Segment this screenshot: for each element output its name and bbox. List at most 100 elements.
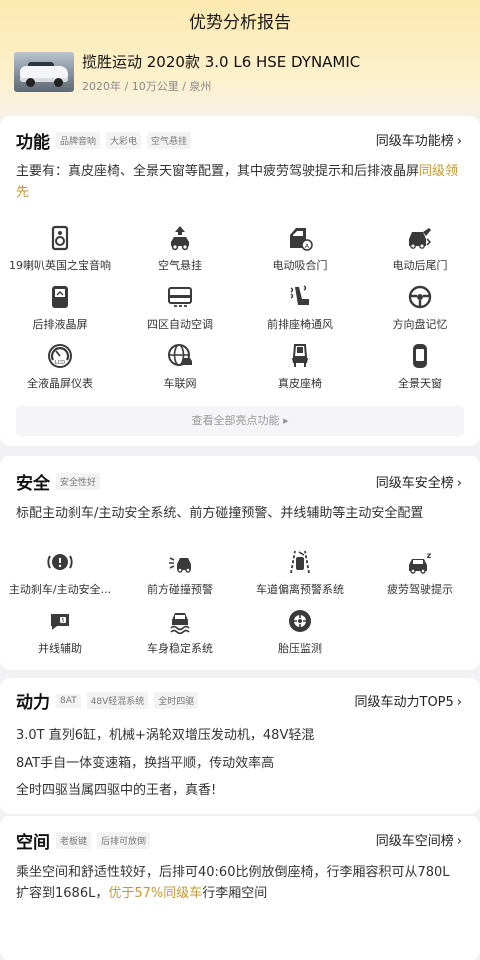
ac-icon [168,287,192,307]
function-rank-link[interactable]: 同级车功能榜 › [376,130,462,149]
safety-card: 安全 安全性好 同级车安全榜 › 标配主动刹车/主动安全系统、前方碰撞预警、并线辅… [0,456,480,670]
feature-item[interactable]: 后排液晶屏 [0,279,120,338]
rank-link-label: 同级车动力TOP5 [354,695,454,710]
feature-item[interactable]: 车联网 [120,338,240,397]
feature-label: 车身稳定系统 [147,642,213,655]
collision-warning-icon [169,557,191,573]
feature-item[interactable]: 方向盘记忆 [360,279,480,338]
feature-label: 全液晶屏仪表 [27,377,93,390]
leather-seat-icon [292,344,308,367]
section-title: 空间 [16,833,50,853]
feature-item[interactable]: 主动刹车/主动安全... [0,544,120,603]
feature-label: 前排座椅通风 [267,318,333,331]
lane-change-assist-icon: 5 [51,614,69,630]
svg-text:LCD: LCD [55,360,65,366]
tag: 大彩电 [106,132,142,149]
chevron-right-icon: › [456,834,462,849]
safety-description: 标配主动刹车/主动安全系统、前方碰撞预警、并线辅助等主动安全配置 [16,506,424,521]
space-rank-link[interactable]: 同级车空间榜 › [376,830,462,849]
stability-control-icon [170,613,190,634]
feature-label: 电动吸合门 [272,259,328,272]
rear-screen-icon [52,286,68,308]
feature-item[interactable]: A 电动吸合门 [240,220,360,279]
active-brake-icon [47,554,73,570]
power-card: 动力 8AT 48V轻混系统 全时四驱 同级车动力TOP5 › 3.0T 直列6缸… [0,678,480,814]
tag: 品牌音响 [56,132,101,149]
feature-label: 车联网 [163,377,197,390]
power-rank-link[interactable]: 同级车动力TOP5 › [355,691,463,710]
feature-label: 方向盘记忆 [392,318,448,331]
connected-car-icon [168,344,192,366]
tag: 全时四驱 [154,692,199,709]
view-all-features-button[interactable]: 查看全部亮点功能 ▸ [16,406,464,436]
car-summary[interactable]: 揽胜运动 2020款 3.0 L6 HSE DYNAMIC 2020年 / 10… [14,52,360,94]
svg-text:5: 5 [61,618,64,624]
function-features-grid: 19喇叭英国之宝音响 空气悬挂 A 电动吸合门 电动后尾门 后排液晶屏 四区自动… [0,220,480,397]
feature-label: 全景天窗 [398,377,442,390]
feature-item[interactable]: z 疲劳驾驶提示 [360,544,480,603]
feature-label: 疲劳驾驶提示 [387,583,453,596]
svg-text:z: z [427,551,432,560]
power-line: 3.0T 直列6缸，机械+涡轮双增压发动机，48V轻混 [16,728,315,743]
air-suspension-icon [171,226,189,251]
feature-item[interactable]: LCD 全液晶屏仪表 [0,338,120,397]
description-text: 主要有：真皮座椅、全景天窗等配置，其中疲劳驾驶提示和后排液晶屏 [16,164,420,179]
feature-item[interactable]: 胎压监测 [240,603,360,662]
tag: 48V轻混系统 [86,692,149,709]
function-card: 功能 品牌音响 大彩电 空气悬挂 同级车功能榜 › 主要有：真皮座椅、全景天窗等配… [0,116,480,446]
feature-item[interactable]: 全景天窗 [360,338,480,397]
highlight-text: 优于57%同级车 [108,886,203,901]
steering-memory-icon [408,285,432,309]
car-meta: 2020年 / 10万公里 / 泉州 [82,80,212,93]
tag: 安全性好 [56,473,101,490]
feature-item[interactable]: 真皮座椅 [240,338,360,397]
fatigue-warning-icon: z [409,551,432,574]
rank-link-label: 同级车安全榜 [375,476,454,491]
section-title: 安全 [16,474,50,494]
safety-features-grid: 主动刹车/主动安全... 前方碰撞预警 车道偏离预警系统 z 疲劳驾驶提示 5 … [0,544,480,662]
space-header: 空间 老板键 后排可放倒 [16,828,151,853]
view-all-label: 查看全部亮点功能 [191,414,280,427]
feature-item[interactable]: 四区自动空调 [120,279,240,338]
feature-item[interactable]: 空气悬挂 [120,220,240,279]
space-card: 空间 老板键 后排可放倒 同级车空间榜 › 乘坐空间和舒适性较好，后排可40:60… [0,816,480,960]
feature-label: 空气悬挂 [158,259,202,272]
function-header: 功能 品牌音响 大彩电 空气悬挂 [16,128,192,153]
play-right-icon: ▸ [282,414,289,427]
panoramic-roof-icon [413,344,427,368]
tire-pressure-icon [289,610,311,632]
section-title: 动力 [16,693,50,713]
seat-ventilation-icon [290,285,309,305]
power-line: 全时四驱当属四驱中的王者，真香! [16,783,217,798]
rank-link-label: 同级车功能榜 [375,134,454,149]
feature-label: 车道偏离预警系统 [256,583,344,596]
feature-label: 前方碰撞预警 [147,583,213,596]
tag: 8AT [56,693,81,708]
chevron-right-icon: › [456,695,462,710]
safety-rank-link[interactable]: 同级车安全榜 › [376,472,462,491]
feature-item[interactable]: 5 并线辅助 [0,603,120,662]
feature-item[interactable]: 车道偏离预警系统 [240,544,360,603]
lcd-gauge-icon: LCD [48,344,72,368]
feature-label: 主动刹车/主动安全... [8,583,112,596]
power-header: 动力 8AT 48V轻混系统 全时四驱 [16,688,199,713]
tag: 空气悬挂 [147,132,192,149]
chevron-right-icon: › [456,134,462,149]
car-thumbnail [14,52,74,92]
soft-close-door-icon: A [290,228,313,251]
tag: 老板键 [56,832,92,849]
feature-label: 后排液晶屏 [32,318,88,331]
power-tailgate-icon [409,228,432,249]
feature-item[interactable]: 前排座椅通风 [240,279,360,338]
feature-item[interactable]: 19喇叭英国之宝音响 [0,220,120,279]
feature-item[interactable]: 前方碰撞预警 [120,544,240,603]
feature-item[interactable]: 电动后尾门 [360,220,480,279]
rank-link-label: 同级车空间榜 [375,834,454,849]
page-title: 优势分析报告 [189,13,291,33]
feature-label: 19喇叭英国之宝音响 [9,259,111,272]
feature-item[interactable]: 车身稳定系统 [120,603,240,662]
power-line: 8AT手自一体变速箱，换挡平顺，传动效率高 [16,756,275,771]
lane-departure-icon [290,550,310,574]
car-name: 揽胜运动 2020款 3.0 L6 HSE DYNAMIC [82,53,361,71]
feature-label: 真皮座椅 [278,377,322,390]
